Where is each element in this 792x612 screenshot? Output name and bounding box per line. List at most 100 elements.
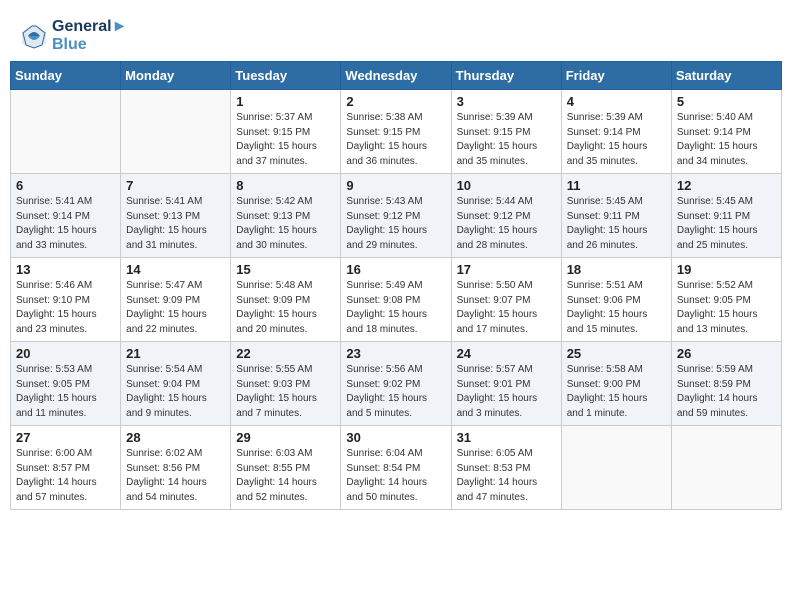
day-info: Sunrise: 5:43 AM Sunset: 9:12 PM Dayligh… (346, 195, 445, 253)
day-info: Sunrise: 5:56 AM Sunset: 9:02 PM Dayligh… (346, 363, 445, 421)
day-number: 3 (457, 94, 556, 109)
calendar-cell: 19 Sunrise: 5:52 AM Sunset: 9:05 PM Dayli… (671, 258, 781, 342)
calendar-cell: 1Sunrise: 5:37 AM Sunset: 9:15 PM Daylig… (231, 90, 341, 174)
day-number: 5 (677, 94, 776, 109)
day-number: 18 (567, 262, 666, 277)
day-info: Sunrise: 5:39 AM Sunset: 9:15 PM Dayligh… (457, 111, 556, 169)
day-info: Sunrise: 5:40 AM Sunset: 9:14 PM Dayligh… (677, 111, 776, 169)
day-number: 11 (567, 178, 666, 193)
day-info: Sunrise: 6:05 AM Sunset: 8:53 PM Dayligh… (457, 447, 556, 505)
calendar-cell: 17 Sunrise: 5:50 AM Sunset: 9:07 PM Dayli… (451, 258, 561, 342)
day-number: 21 (126, 346, 225, 361)
calendar-cell: 2 Sunrise: 5:38 AM Sunset: 9:15 PM Daylig… (341, 90, 451, 174)
day-info: Sunrise: 5:45 AM Sunset: 9:11 PM Dayligh… (567, 195, 666, 253)
calendar-cell (11, 90, 121, 174)
calendar-cell: 13 Sunrise: 5:46 AM Sunset: 9:10 PM Dayli… (11, 258, 121, 342)
day-number: 4 (567, 94, 666, 109)
day-info: Sunrise: 5:53 AM Sunset: 9:05 PM Dayligh… (16, 363, 115, 421)
day-info: Sunrise: 5:52 AM Sunset: 9:05 PM Dayligh… (677, 279, 776, 337)
day-number: 24 (457, 346, 556, 361)
day-number: 15 (236, 262, 335, 277)
day-info: Sunrise: 6:00 AM Sunset: 8:57 PM Dayligh… (16, 447, 115, 505)
logo: General► Blue (20, 18, 127, 53)
calendar-week-row: 27 Sunrise: 6:00 AM Sunset: 8:57 PM Dayli… (11, 426, 782, 510)
calendar-cell: 3 Sunrise: 5:39 AM Sunset: 9:15 PM Daylig… (451, 90, 561, 174)
day-info: Sunrise: 5:46 AM Sunset: 9:10 PM Dayligh… (16, 279, 115, 337)
calendar-cell: 26Sunrise: 5:59 AM Sunset: 8:59 PM Dayli… (671, 342, 781, 426)
calendar-cell: 6Sunrise: 5:41 AM Sunset: 9:14 PM Daylig… (11, 174, 121, 258)
calendar-cell: 10 Sunrise: 5:44 AM Sunset: 9:12 PM Dayli… (451, 174, 561, 258)
day-number: 17 (457, 262, 556, 277)
day-info: Sunrise: 5:45 AM Sunset: 9:11 PM Dayligh… (677, 195, 776, 253)
calendar-week-row: 20 Sunrise: 5:53 AM Sunset: 9:05 PM Dayli… (11, 342, 782, 426)
calendar-cell (561, 426, 671, 510)
calendar-cell: 28Sunrise: 6:02 AM Sunset: 8:56 PM Dayli… (121, 426, 231, 510)
day-info: Sunrise: 6:04 AM Sunset: 8:54 PM Dayligh… (346, 447, 445, 505)
day-number: 19 (677, 262, 776, 277)
calendar-cell (121, 90, 231, 174)
calendar-cell: 21 Sunrise: 5:54 AM Sunset: 9:04 PM Dayli… (121, 342, 231, 426)
day-number: 13 (16, 262, 115, 277)
day-info: Sunrise: 5:41 AM Sunset: 9:14 PM Dayligh… (16, 195, 115, 253)
day-info: Sunrise: 6:03 AM Sunset: 8:55 PM Dayligh… (236, 447, 335, 505)
calendar-cell: 30Sunrise: 6:04 AM Sunset: 8:54 PM Dayli… (341, 426, 451, 510)
calendar-cell: 31 Sunrise: 6:05 AM Sunset: 8:53 PM Dayli… (451, 426, 561, 510)
calendar-cell: 14 Sunrise: 5:47 AM Sunset: 9:09 PM Dayli… (121, 258, 231, 342)
calendar-cell: 23 Sunrise: 5:56 AM Sunset: 9:02 PM Dayli… (341, 342, 451, 426)
calendar-cell: 5 Sunrise: 5:40 AM Sunset: 9:14 PM Daylig… (671, 90, 781, 174)
weekday-header-saturday: Saturday (671, 62, 781, 90)
day-info: Sunrise: 5:50 AM Sunset: 9:07 PM Dayligh… (457, 279, 556, 337)
calendar-cell: 16 Sunrise: 5:49 AM Sunset: 9:08 PM Dayli… (341, 258, 451, 342)
day-number: 10 (457, 178, 556, 193)
day-number: 23 (346, 346, 445, 361)
day-info: Sunrise: 5:44 AM Sunset: 9:12 PM Dayligh… (457, 195, 556, 253)
day-info: Sunrise: 5:49 AM Sunset: 9:08 PM Dayligh… (346, 279, 445, 337)
day-number: 27 (16, 430, 115, 445)
calendar-cell: 24Sunrise: 5:57 AM Sunset: 9:01 PM Dayli… (451, 342, 561, 426)
day-number: 2 (346, 94, 445, 109)
day-number: 22 (236, 346, 335, 361)
weekday-header-sunday: Sunday (11, 62, 121, 90)
day-info: Sunrise: 5:47 AM Sunset: 9:09 PM Dayligh… (126, 279, 225, 337)
day-info: Sunrise: 5:42 AM Sunset: 9:13 PM Dayligh… (236, 195, 335, 253)
day-info: Sunrise: 5:48 AM Sunset: 9:09 PM Dayligh… (236, 279, 335, 337)
logo-text: General► Blue (52, 18, 127, 53)
day-info: Sunrise: 5:37 AM Sunset: 9:15 PM Dayligh… (236, 111, 335, 169)
calendar-week-row: 13 Sunrise: 5:46 AM Sunset: 9:10 PM Dayli… (11, 258, 782, 342)
calendar-table: SundayMondayTuesdayWednesdayThursdayFrid… (10, 61, 782, 510)
calendar-cell: 22 Sunrise: 5:55 AM Sunset: 9:03 PM Dayli… (231, 342, 341, 426)
day-info: Sunrise: 5:41 AM Sunset: 9:13 PM Dayligh… (126, 195, 225, 253)
day-number: 25 (567, 346, 666, 361)
weekday-header-friday: Friday (561, 62, 671, 90)
calendar-cell: 18 Sunrise: 5:51 AM Sunset: 9:06 PM Dayli… (561, 258, 671, 342)
page-header: General► Blue (10, 10, 782, 57)
calendar-cell (671, 426, 781, 510)
day-number: 31 (457, 430, 556, 445)
day-number: 8 (236, 178, 335, 193)
calendar-cell: 15 Sunrise: 5:48 AM Sunset: 9:09 PM Dayli… (231, 258, 341, 342)
day-number: 9 (346, 178, 445, 193)
day-info: Sunrise: 5:55 AM Sunset: 9:03 PM Dayligh… (236, 363, 335, 421)
day-number: 12 (677, 178, 776, 193)
calendar-cell: 8 Sunrise: 5:42 AM Sunset: 9:13 PM Daylig… (231, 174, 341, 258)
day-info: Sunrise: 5:38 AM Sunset: 9:15 PM Dayligh… (346, 111, 445, 169)
calendar-week-row: 6Sunrise: 5:41 AM Sunset: 9:14 PM Daylig… (11, 174, 782, 258)
calendar-cell: 7Sunrise: 5:41 AM Sunset: 9:13 PM Daylig… (121, 174, 231, 258)
day-info: Sunrise: 5:54 AM Sunset: 9:04 PM Dayligh… (126, 363, 225, 421)
calendar-header-row: SundayMondayTuesdayWednesdayThursdayFrid… (11, 62, 782, 90)
calendar-cell: 12 Sunrise: 5:45 AM Sunset: 9:11 PM Dayli… (671, 174, 781, 258)
calendar-cell: 29 Sunrise: 6:03 AM Sunset: 8:55 PM Dayli… (231, 426, 341, 510)
day-number: 20 (16, 346, 115, 361)
weekday-header-wednesday: Wednesday (341, 62, 451, 90)
logo-icon (20, 22, 48, 50)
day-number: 29 (236, 430, 335, 445)
day-number: 16 (346, 262, 445, 277)
day-info: Sunrise: 5:59 AM Sunset: 8:59 PM Dayligh… (677, 363, 776, 421)
day-number: 14 (126, 262, 225, 277)
calendar-cell: 27 Sunrise: 6:00 AM Sunset: 8:57 PM Dayli… (11, 426, 121, 510)
calendar-week-row: 1Sunrise: 5:37 AM Sunset: 9:15 PM Daylig… (11, 90, 782, 174)
calendar-cell: 20 Sunrise: 5:53 AM Sunset: 9:05 PM Dayli… (11, 342, 121, 426)
calendar-cell: 25Sunrise: 5:58 AM Sunset: 9:00 PM Dayli… (561, 342, 671, 426)
day-info: Sunrise: 5:51 AM Sunset: 9:06 PM Dayligh… (567, 279, 666, 337)
calendar-cell: 11 Sunrise: 5:45 AM Sunset: 9:11 PM Dayli… (561, 174, 671, 258)
